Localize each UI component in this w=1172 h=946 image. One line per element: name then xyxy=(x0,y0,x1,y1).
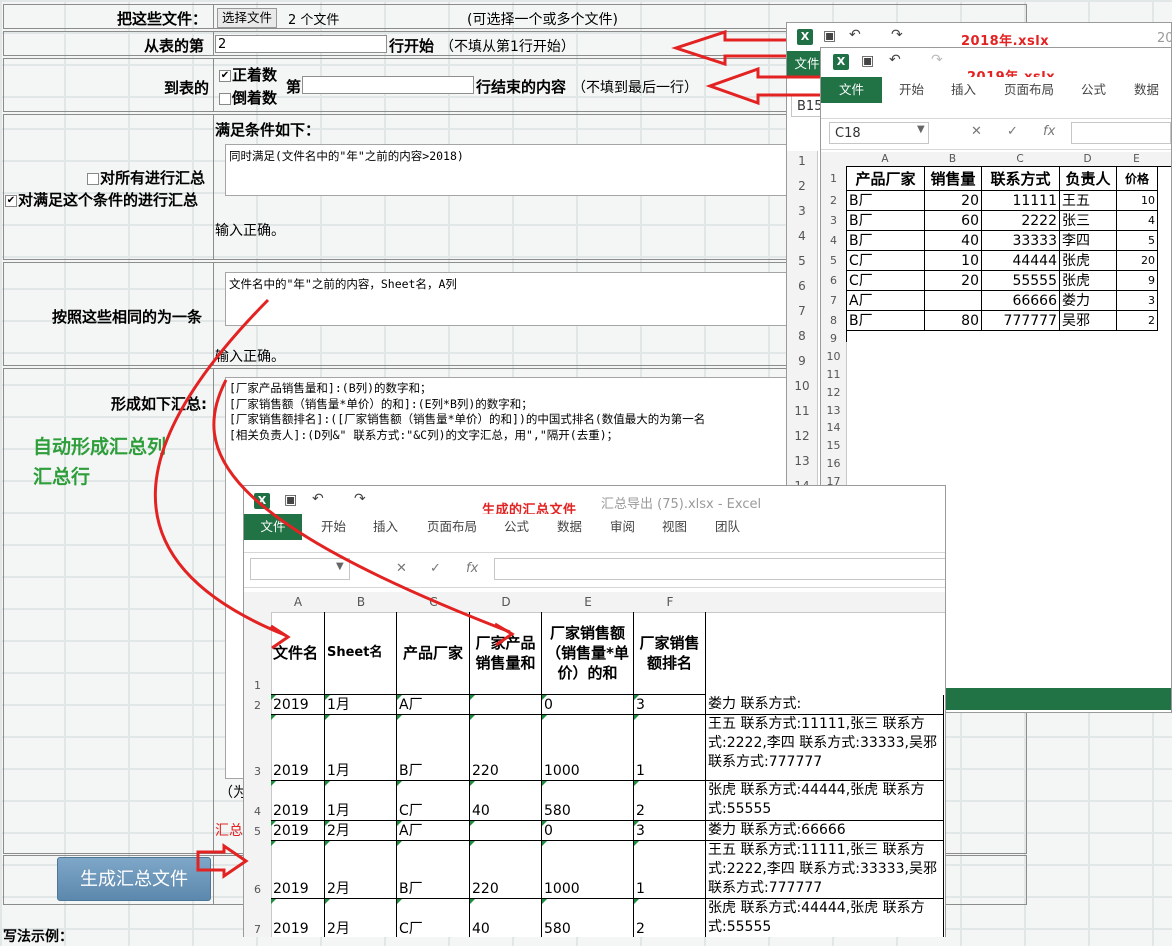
arrow-to-from-row xyxy=(671,29,786,67)
arrow-to-to-row xyxy=(705,66,820,106)
curved-arrows xyxy=(153,298,515,650)
big-hollow-arrows xyxy=(196,29,820,879)
curve-arrow-summary-head xyxy=(494,622,515,647)
annotation-arrows xyxy=(153,29,820,879)
curve-arrow-summary xyxy=(212,379,511,634)
curve-arrow-group-head xyxy=(270,624,291,650)
curve-arrow-group xyxy=(153,298,286,637)
arrow-to-generate xyxy=(196,843,249,879)
